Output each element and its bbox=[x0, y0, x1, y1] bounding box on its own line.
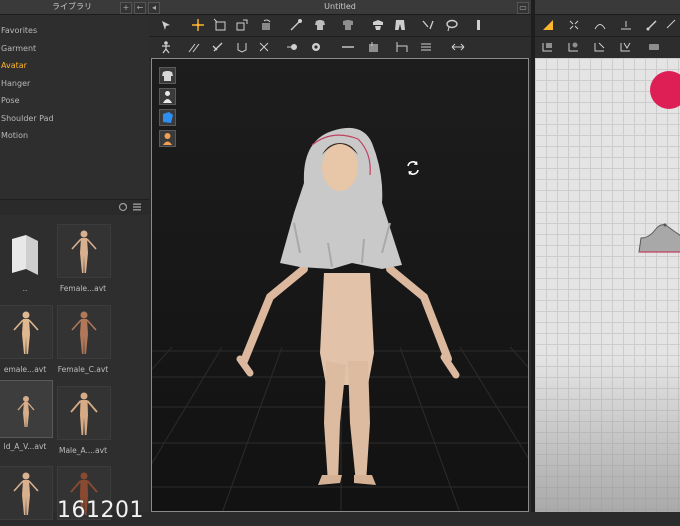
back-button[interactable]: ← bbox=[134, 2, 146, 14]
graphic-tool-icon[interactable] bbox=[395, 40, 409, 54]
move-icon[interactable] bbox=[191, 18, 205, 32]
pin-icon[interactable] bbox=[289, 18, 303, 32]
avatar-thumbnail bbox=[0, 305, 53, 359]
shirt-icon[interactable] bbox=[341, 18, 355, 32]
avatar-thumbnail bbox=[0, 380, 53, 438]
circle-tool-icon[interactable] bbox=[309, 40, 323, 54]
garment-icon[interactable] bbox=[313, 18, 327, 32]
rectangle-pattern-icon[interactable] bbox=[541, 40, 555, 54]
viewport-panel: Untitled ◂ ▭ bbox=[148, 0, 531, 512]
restore-icon[interactable]: ▭ bbox=[517, 2, 529, 14]
library-item-label: Female...avt bbox=[59, 284, 107, 293]
sewing-icon[interactable] bbox=[647, 40, 661, 54]
lasso-icon[interactable] bbox=[445, 18, 459, 32]
avatar-model bbox=[236, 127, 460, 485]
sync-icon[interactable] bbox=[404, 159, 422, 177]
library-item-male-a[interactable]: Male_A....avt bbox=[57, 386, 111, 455]
library-item-label: emale...avt bbox=[3, 365, 47, 374]
select-icon[interactable] bbox=[159, 18, 173, 32]
stitch-icon[interactable] bbox=[235, 40, 249, 54]
3d-viewport[interactable] bbox=[151, 58, 529, 512]
pattern-toolbar-1 bbox=[535, 15, 680, 37]
pattern-titlebar bbox=[535, 0, 680, 15]
tree-item-favorites[interactable]: Favorites bbox=[0, 22, 149, 40]
edit-point-icon[interactable] bbox=[567, 18, 581, 32]
pattern-canvas[interactable] bbox=[535, 58, 680, 512]
fold-icon[interactable] bbox=[371, 18, 385, 32]
pants-icon[interactable] bbox=[393, 18, 407, 32]
refresh-icon[interactable] bbox=[118, 202, 128, 212]
library-item-label: .. bbox=[22, 284, 28, 293]
edit-texture-icon[interactable] bbox=[419, 40, 433, 54]
texture-tool-icon[interactable] bbox=[367, 40, 381, 54]
edit-curve-icon[interactable] bbox=[593, 18, 607, 32]
overlay-number: 161201 bbox=[57, 498, 144, 523]
toolbar-row-2 bbox=[149, 37, 531, 59]
library-item-female-c[interactable]: Female_C.avt bbox=[57, 305, 111, 374]
collapse-left-icon[interactable]: ◂ bbox=[148, 2, 160, 14]
rotate-icon[interactable] bbox=[259, 18, 273, 32]
line-tool-icon[interactable] bbox=[341, 40, 355, 54]
library-item-label: Female_C.avt bbox=[57, 365, 109, 374]
library-item-female-a[interactable]: Female...avt bbox=[57, 224, 111, 293]
pattern-piece[interactable] bbox=[635, 218, 680, 258]
tree-item-motion[interactable]: Motion bbox=[0, 127, 149, 145]
button-tool-icon[interactable] bbox=[285, 40, 299, 54]
pattern-select-icon[interactable] bbox=[541, 18, 555, 32]
pattern-canvas-shade bbox=[535, 358, 680, 512]
tree-item-garment[interactable]: Garment bbox=[0, 40, 149, 58]
circle-pattern-icon[interactable] bbox=[567, 40, 581, 54]
internal-line-icon[interactable] bbox=[593, 40, 607, 54]
library-item-avatar-7[interactable] bbox=[0, 466, 53, 526]
library-tree: Favorites Garment Avatar Hanger Pose Sho… bbox=[0, 22, 149, 145]
library-item-female-b[interactable]: emale...avt bbox=[0, 305, 53, 374]
rectangle-select-icon[interactable] bbox=[213, 18, 227, 32]
tree-item-shoulder-pad[interactable]: Shoulder Pad bbox=[0, 110, 149, 128]
draw-icon[interactable] bbox=[665, 18, 679, 32]
avatar-pose-icon[interactable] bbox=[159, 40, 173, 54]
bar-icon[interactable] bbox=[471, 18, 485, 32]
library-item-label: ld_A_V...avt bbox=[3, 442, 47, 451]
library-item-parent-folder[interactable]: .. bbox=[0, 224, 53, 293]
list-view-icon[interactable] bbox=[132, 202, 142, 212]
add-point-icon[interactable] bbox=[619, 18, 633, 32]
tree-item-hanger[interactable]: Hanger bbox=[0, 75, 149, 93]
library-panel: ライブラリ + ← Favorites Garment Avatar Hange… bbox=[0, 0, 149, 523]
avatar-thumbnail bbox=[57, 305, 111, 359]
tree-item-avatar[interactable]: Avatar bbox=[0, 57, 149, 75]
avatar-thumbnail bbox=[57, 386, 111, 440]
tack-icon[interactable] bbox=[257, 40, 271, 54]
library-item-child-a[interactable]: ld_A_V...avt bbox=[0, 380, 53, 451]
viewport-titlebar: Untitled ◂ ▭ bbox=[148, 0, 531, 15]
pattern-marker[interactable] bbox=[650, 71, 680, 109]
toolbar-row-1 bbox=[149, 15, 531, 37]
library-view-bar bbox=[0, 199, 149, 215]
pen-icon[interactable] bbox=[645, 18, 659, 32]
window-title: Untitled bbox=[324, 2, 356, 11]
measure-icon[interactable] bbox=[187, 40, 201, 54]
segment-icon[interactable] bbox=[421, 18, 435, 32]
dart-icon[interactable] bbox=[619, 40, 633, 54]
arrows-icon[interactable] bbox=[451, 40, 465, 54]
library-item-label: Male_A....avt bbox=[58, 446, 108, 455]
brush-icon[interactable] bbox=[211, 40, 225, 54]
folder-icon bbox=[0, 224, 53, 278]
tree-item-pose[interactable]: Pose bbox=[0, 92, 149, 110]
library-title: ライブラリ bbox=[52, 2, 92, 11]
transform-icon[interactable] bbox=[235, 18, 249, 32]
pattern-toolbar-2 bbox=[535, 37, 680, 59]
pattern-panel bbox=[531, 0, 680, 512]
library-titlebar: ライブラリ + ← bbox=[0, 0, 149, 15]
add-button[interactable]: + bbox=[120, 2, 132, 14]
avatar-thumbnail bbox=[57, 224, 111, 278]
